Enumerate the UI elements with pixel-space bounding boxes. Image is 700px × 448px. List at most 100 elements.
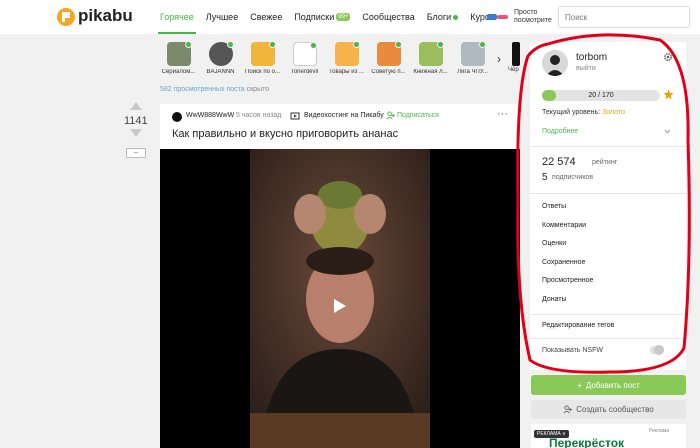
avatar-image-icon [542, 50, 568, 76]
nav-subscriptions[interactable]: Подписки 99+ [288, 0, 356, 34]
divider [530, 314, 686, 315]
post-title[interactable]: Как правильно и вкусно приговорить анана… [172, 128, 398, 140]
post-author[interactable]: WwW888WwW [186, 112, 234, 119]
story-thumb [292, 42, 317, 66]
user-avatar[interactable] [542, 50, 568, 76]
nav-hot[interactable]: Горячее [154, 0, 200, 34]
story-item[interactable]: Товары из ... [326, 40, 367, 80]
menu-answers[interactable]: Ответы [542, 203, 566, 210]
logout-link[interactable]: выйти [576, 65, 596, 72]
ad-label: Реклама [649, 428, 670, 434]
post-community[interactable]: Видеохостинг на Пикабу [304, 112, 384, 119]
downvote-icon[interactable] [130, 129, 142, 137]
story-item[interactable]: Поиск по о... [242, 40, 283, 80]
nav-blogs[interactable]: Блоги [421, 0, 464, 34]
logo-text[interactable]: pikabu [78, 6, 133, 26]
nsfw-toggle[interactable] [650, 345, 664, 355]
ad-block[interactable]: РЕКЛАМА ∨ Реклама Перекрёсток [531, 424, 686, 448]
menu-saved[interactable]: Сохраненное [542, 259, 585, 266]
gear-icon[interactable] [663, 52, 673, 62]
rating-value: 22 574 [542, 156, 576, 168]
edit-tags-link[interactable]: Редактирование тегов [542, 322, 614, 329]
nav-best[interactable]: Лучшее [200, 0, 244, 34]
menu-ratings[interactable]: Оценки [542, 240, 566, 247]
nav-communities[interactable]: Сообщества [356, 0, 420, 34]
search-input[interactable] [558, 6, 690, 28]
divider [530, 338, 686, 339]
video-player[interactable] [160, 149, 520, 448]
collapse-post-button[interactable]: – [126, 148, 146, 158]
viewed-count: 582 просмотренных поста [160, 86, 245, 93]
story-label: Сериалом... [161, 69, 196, 75]
chevron-down-icon[interactable] [664, 128, 671, 135]
rating-label: рейтинг [592, 159, 618, 166]
community-icon [563, 405, 573, 414]
vote-count: 1141 [124, 115, 148, 127]
viewed-posts-line[interactable]: 582 просмотренных поста скрыто [160, 86, 269, 93]
stories-next-icon[interactable]: › [497, 52, 501, 66]
profile-username[interactable]: torbom [576, 52, 607, 63]
story-thumb [418, 41, 444, 66]
story-item[interactable]: Tonerdevil [284, 40, 325, 80]
create-community-button[interactable]: Создать сообщество [531, 400, 686, 419]
story-label-partial: Чёр [508, 67, 519, 73]
story-item[interactable]: Книжная л... [410, 40, 451, 80]
nav-hot-label: Горячее [160, 12, 194, 22]
pikabu-logo-icon[interactable] [56, 7, 76, 27]
nav-blogs-label: Блоги [426, 12, 452, 22]
ad-brand-logo[interactable]: Перекрёсток [549, 436, 624, 448]
video-community-icon [290, 112, 300, 120]
story-thumb [334, 41, 360, 66]
menu-viewed[interactable]: Просмотренное [542, 277, 593, 284]
create-community-label: Создать сообщество [576, 405, 654, 414]
add-post-button[interactable]: + Добавить пост [531, 375, 686, 395]
story-thumb [460, 41, 486, 66]
promo-icon[interactable] [486, 10, 510, 24]
story-thumb [250, 41, 276, 66]
current-level: Текущий уровень: Золото [542, 109, 625, 116]
story-thumb [166, 41, 192, 66]
nsfw-label: Показывать NSFW [542, 347, 603, 354]
story-thumb [376, 41, 402, 66]
divider [530, 193, 686, 194]
blogs-dot-icon [453, 14, 459, 20]
upvote-icon[interactable] [130, 102, 142, 110]
subscriptions-badge: 99+ [336, 13, 351, 21]
story-item[interactable]: BAJANNN [200, 40, 241, 80]
nav-best-label: Лучшее [205, 12, 239, 22]
plus-icon: + [577, 380, 582, 390]
story-label: Книжная л... [413, 69, 448, 75]
level-progress-text: 20 / 170 [588, 92, 614, 99]
main-nav: Горячее Лучшее Свежее Подписки 99+ Сообще… [154, 0, 502, 34]
story-item[interactable]: Советую п... [368, 40, 409, 80]
stories-strip: Сериалом... BAJANNN Поиск по о... Tonerd… [158, 40, 524, 80]
menu-comments[interactable]: Комментарии [542, 222, 586, 229]
post-card: WwW888WwW 5 часов назад Видеохостинг на … [160, 104, 520, 448]
story-label: BAJANNN [206, 69, 235, 75]
story-label: Tonerdevil [290, 69, 319, 75]
promo-text[interactable]: Просто посмотрите [514, 9, 554, 25]
subscribers-label[interactable]: подписчиков [552, 174, 593, 181]
play-icon[interactable] [334, 299, 346, 313]
add-post-label: Добавить пост [585, 380, 640, 390]
author-avatar[interactable] [172, 112, 182, 122]
subscribe-button[interactable]: Подписаться [397, 112, 439, 119]
subscribe-icon [386, 111, 395, 120]
star-icon [663, 89, 674, 100]
level-label: Текущий уровень: [542, 109, 601, 116]
story-item[interactable]: Сериалом... [158, 40, 199, 80]
nav-subscriptions-label: Подписки [294, 12, 335, 22]
subscribers-value: 5 [542, 172, 548, 183]
story-thumb-partial[interactable] [512, 42, 520, 66]
post-time[interactable]: 5 часов назад [236, 112, 281, 119]
nav-fresh-label: Свежее [250, 12, 283, 22]
nav-fresh[interactable]: Свежее [244, 0, 288, 34]
more-details-link[interactable]: Подробнее [542, 128, 578, 135]
story-label: Товары из ... [328, 69, 365, 75]
menu-donations[interactable]: Донаты [542, 296, 567, 303]
more-options-icon[interactable]: ··· [497, 108, 508, 120]
profile-panel: torbom выйти 20 / 170 Текущий уровень: З… [530, 42, 686, 370]
divider [530, 146, 686, 147]
story-thumb [208, 41, 234, 66]
story-item[interactable]: Лига ЧПУ... [452, 40, 493, 80]
